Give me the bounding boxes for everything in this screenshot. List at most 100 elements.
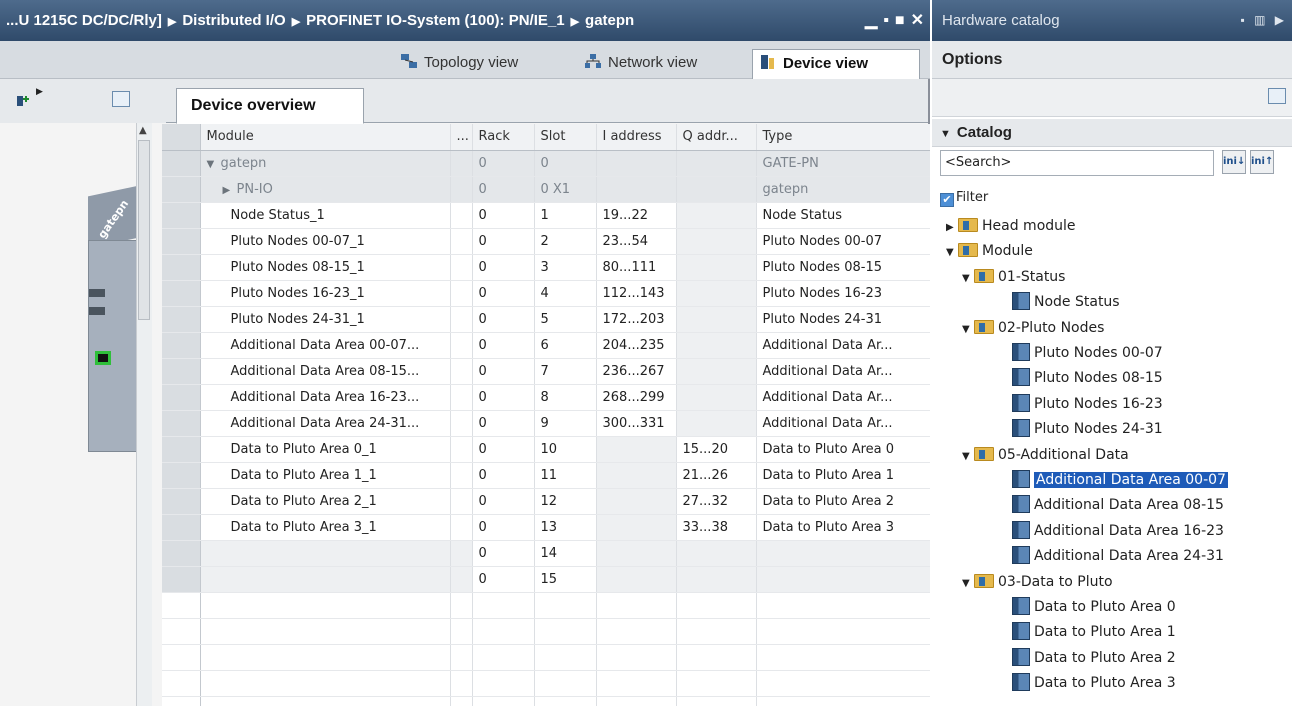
table-row[interactable]: Pluto Nodes 24-31_1 0 5 172...203 Pluto Node… <box>162 306 930 333</box>
empty-cell[interactable] <box>450 618 473 645</box>
chevron-down-icon[interactable]: ▼ <box>962 318 974 342</box>
type-cell[interactable]: Pluto Nodes 08-15 <box>756 254 930 281</box>
slot-cell[interactable]: 2 <box>534 228 597 255</box>
i-address-cell[interactable] <box>596 436 677 463</box>
tab-device-view[interactable]: Device view <box>752 49 920 79</box>
module-cell[interactable]: Pluto Nodes 16-23_1 <box>200 280 451 307</box>
split-panel-icon[interactable]: ▥ <box>1254 13 1265 27</box>
empty-cell[interactable] <box>472 592 535 619</box>
i-address-cell[interactable] <box>596 566 677 593</box>
tree-item[interactable]: ▼ 02-Pluto Nodes <box>962 316 1104 340</box>
empty-cell[interactable] <box>756 670 930 697</box>
view-options-icon[interactable] <box>1268 88 1286 104</box>
table-row[interactable]: ▼ gatepn 0 0 GATE-PN <box>162 150 930 177</box>
row-header-cell[interactable] <box>162 202 201 229</box>
empty-cell[interactable] <box>472 696 535 706</box>
tree-item[interactable]: Additional Data Area 24-31 <box>1012 544 1224 568</box>
table-row[interactable]: ▶ PN-IO 0 0 X1 gatepn <box>162 176 930 203</box>
empty-cell[interactable] <box>756 696 930 706</box>
empty-cell[interactable] <box>534 696 597 706</box>
table-row[interactable]: Pluto Nodes 16-23_1 0 4 112...143 Pluto Node… <box>162 280 930 307</box>
restore-icon[interactable]: ▪ <box>883 12 889 29</box>
slot-cell[interactable]: 13 <box>534 514 597 541</box>
rack-cell[interactable]: 0 <box>472 228 535 255</box>
minimize-icon[interactable]: ▁ <box>865 12 877 29</box>
row-header-cell[interactable] <box>162 670 201 697</box>
module-cell[interactable]: Data to Pluto Area 1_1 <box>200 462 451 489</box>
plug-module-icon[interactable] <box>14 91 32 109</box>
row-header-cell[interactable] <box>162 436 201 463</box>
module-cell[interactable]: Pluto Nodes 08-15_1 <box>200 254 451 281</box>
type-cell[interactable]: Additional Data Ar... <box>756 358 930 385</box>
breadcrumb-cpu[interactable]: ...U 1215C DC/DC/Rly] <box>6 12 162 29</box>
tree-item[interactable]: Additional Data Area 08-15 <box>1012 493 1224 517</box>
table-row[interactable]: Data to Pluto Area 3_1 0 13 33...38 Data to … <box>162 514 930 541</box>
tree-item[interactable]: ▶ Head module <box>946 214 1076 238</box>
more-cell[interactable] <box>450 202 473 229</box>
module-cell[interactable]: Additional Data Area 08-15... <box>200 358 451 385</box>
tree-item[interactable]: ▼ 03-Data to Pluto <box>962 570 1113 594</box>
empty-cell[interactable] <box>450 670 473 697</box>
slot-cell[interactable]: 0 <box>534 150 597 177</box>
module-cell[interactable]: ▼ gatepn <box>200 150 451 177</box>
module-cell[interactable] <box>200 540 451 567</box>
more-cell[interactable] <box>450 436 473 463</box>
rack-cell[interactable]: 0 <box>472 514 535 541</box>
zoom-overview-icon[interactable] <box>112 91 130 107</box>
i-address-cell[interactable] <box>596 462 677 489</box>
module-cell[interactable]: Additional Data Area 16-23... <box>200 384 451 411</box>
toolstrip-menu-arrow-icon[interactable]: ▶ <box>36 87 43 97</box>
empty-cell[interactable] <box>200 592 451 619</box>
maximize-icon[interactable]: ■ <box>895 12 905 29</box>
column-header-q-address[interactable]: Q addr... <box>676 124 757 151</box>
chevron-right-icon[interactable]: ▶ <box>946 216 958 240</box>
tree-item[interactable]: Pluto Nodes 08-15 <box>1012 366 1163 390</box>
i-address-cell[interactable]: 80...111 <box>596 254 677 281</box>
empty-cell[interactable] <box>596 670 677 697</box>
rack-cell[interactable]: 0 <box>472 332 535 359</box>
search-up-icon[interactable]: ini↑ <box>1250 150 1274 174</box>
tree-item[interactable]: Pluto Nodes 24-31 <box>1012 417 1163 441</box>
q-address-cell[interactable]: 15...20 <box>676 436 757 463</box>
rack-cell[interactable]: 0 <box>472 150 535 177</box>
i-address-cell[interactable] <box>596 150 677 177</box>
empty-cell[interactable] <box>676 618 757 645</box>
row-header-cell[interactable] <box>162 514 201 541</box>
empty-cell[interactable] <box>534 670 597 697</box>
q-address-cell[interactable] <box>676 202 757 229</box>
scroll-up-icon[interactable]: ▲ <box>139 125 147 136</box>
module-cell[interactable]: Data to Pluto Area 2_1 <box>200 488 451 515</box>
tab-topology-view[interactable]: Topology view <box>394 49 564 79</box>
module-cell[interactable]: Data to Pluto Area 3_1 <box>200 514 451 541</box>
tree-item[interactable]: Node Status <box>1012 290 1120 314</box>
q-address-cell[interactable] <box>676 410 757 437</box>
rack-cell[interactable]: 0 <box>472 358 535 385</box>
q-address-cell[interactable] <box>676 566 757 593</box>
i-address-cell[interactable]: 236...267 <box>596 358 677 385</box>
table-row[interactable]: Additional Data Area 16-23... 0 8 268...299… <box>162 384 930 411</box>
tree-item[interactable]: Additional Data Area 16-23 <box>1012 519 1224 543</box>
empty-cell[interactable] <box>200 670 451 697</box>
empty-cell[interactable] <box>472 644 535 671</box>
more-cell[interactable] <box>450 384 473 411</box>
empty-cell[interactable] <box>676 644 757 671</box>
more-cell[interactable] <box>450 228 473 255</box>
more-cell[interactable] <box>450 150 473 177</box>
q-address-cell[interactable] <box>676 332 757 359</box>
module-cell[interactable]: Node Status_1 <box>200 202 451 229</box>
row-header-cell[interactable] <box>162 228 201 255</box>
empty-cell[interactable] <box>534 592 597 619</box>
rack-cell[interactable]: 0 <box>472 306 535 333</box>
slot-cell[interactable]: 4 <box>534 280 597 307</box>
rack-cell[interactable]: 0 <box>472 566 535 593</box>
more-cell[interactable] <box>450 540 473 567</box>
more-cell[interactable] <box>450 306 473 333</box>
empty-table-row[interactable] <box>162 592 930 619</box>
slot-cell[interactable]: 3 <box>534 254 597 281</box>
column-header-slot[interactable]: Slot <box>534 124 597 151</box>
module-cell[interactable]: Additional Data Area 00-07... <box>200 332 451 359</box>
empty-table-row[interactable] <box>162 696 930 706</box>
module-cell[interactable]: Additional Data Area 24-31... <box>200 410 451 437</box>
row-header-cell[interactable] <box>162 280 201 307</box>
chevron-down-icon[interactable]: ▼ <box>962 572 974 596</box>
